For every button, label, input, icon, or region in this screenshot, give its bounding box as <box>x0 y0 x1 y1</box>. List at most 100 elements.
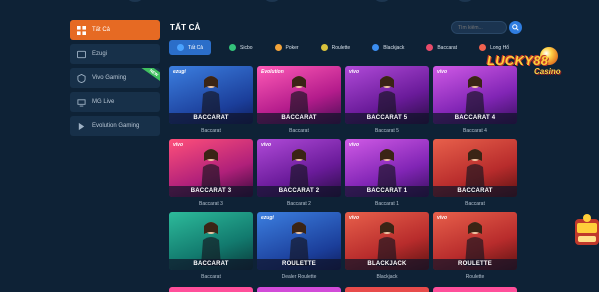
provider-logo: vivo <box>261 142 272 148</box>
game-banner: BACCARAT 2 <box>257 186 341 197</box>
game-thumbnail[interactable]: BACCARAT <box>169 212 253 270</box>
game-thumbnail[interactable]: Evolution BACCARAT <box>257 66 341 124</box>
evolution-icon <box>77 122 86 131</box>
baccarat-icon <box>426 44 434 51</box>
game-name: Baccarat 2 <box>287 201 311 207</box>
game-banner: BACCARAT <box>433 186 517 197</box>
game-card[interactable]: vivo BACCARAT 5 Baccarat 5 <box>345 66 429 139</box>
game-banner: BLACKJACK <box>345 259 429 270</box>
game-name: Baccarat 4 <box>463 128 487 134</box>
tab-blackjack[interactable]: Blackjack <box>368 40 408 55</box>
game-banner: BACCARAT <box>169 259 253 270</box>
dice-icon <box>229 44 237 51</box>
promo-floating-icon[interactable] <box>573 213 599 247</box>
tab-icon <box>177 44 184 51</box>
tab-label: Sicbo <box>240 44 253 51</box>
game-card[interactable]: vivo BACCARAT 2 Baccarat 2 <box>257 139 341 212</box>
game-name: Baccarat <box>201 274 221 280</box>
game-thumbnail[interactable]: vivo BACCARAT 1 <box>345 139 429 197</box>
game-name: Roulette <box>465 274 485 280</box>
vivo-icon <box>77 73 86 83</box>
game-banner: ROULETTE <box>257 259 341 270</box>
game-card[interactable]: BACCARAT Baccarat <box>169 212 253 285</box>
game-thumbnail[interactable]: vivo ROULETTE <box>433 212 517 270</box>
ezugi-icon <box>77 50 86 59</box>
logo-sub: Casino <box>534 67 561 76</box>
tab-all[interactable]: Tất Cả <box>169 40 212 55</box>
sidebar-item-label: Tất Cả <box>92 27 111 33</box>
provider-logo: vivo <box>349 69 360 75</box>
game-thumbnail-partial[interactable] <box>257 287 341 292</box>
sidebar-item-label: MG Live <box>92 99 115 105</box>
tab-poker[interactable]: Poker <box>271 40 303 55</box>
tab-roulette[interactable]: Roulette <box>317 40 355 55</box>
provider-logo: vivo <box>437 215 448 221</box>
sidebar-item-vivo-gaming[interactable]: Vivo Gaming NEW <box>70 68 160 88</box>
game-name: Baccarat <box>465 201 485 207</box>
mg-live-icon <box>77 98 86 107</box>
sidebar-item-mg-live[interactable]: MG Live <box>70 92 160 112</box>
game-thumbnail[interactable]: vivo BLACKJACK <box>345 212 429 270</box>
game-banner: BACCARAT 1 <box>345 186 429 197</box>
game-card[interactable]: vivo ROULETTE Roulette <box>433 212 517 285</box>
game-thumbnail-partial[interactable] <box>433 287 517 292</box>
provider-logo: vivo <box>349 215 360 221</box>
game-thumbnail-partial[interactable] <box>345 287 429 292</box>
game-name: Baccarat <box>201 128 221 134</box>
sidebar-item-ezugi[interactable]: Ezugi <box>70 44 160 64</box>
tab-label: Tất Cả <box>188 44 204 51</box>
search-input[interactable] <box>451 21 507 34</box>
provider-logo: vivo <box>349 142 360 148</box>
game-thumbnail[interactable]: ezugi ROULETTE <box>257 212 341 270</box>
game-thumbnail[interactable]: BACCARAT <box>433 139 517 197</box>
game-grid: ezugi BACCARAT Baccarat Evolution BACCARAT Ba… <box>169 66 523 285</box>
game-name: Baccarat 5 <box>375 128 399 134</box>
game-name: Baccarat <box>289 128 309 134</box>
game-thumbnail-partial[interactable] <box>169 287 253 292</box>
new-badge: NEW <box>139 68 160 84</box>
provider-logo: vivo <box>173 142 184 148</box>
game-card[interactable]: vivo BACCARAT 3 Baccarat 3 <box>169 139 253 212</box>
game-name: Baccarat 3 <box>199 201 223 207</box>
game-thumbnail[interactable]: ezugi BACCARAT <box>169 66 253 124</box>
game-card[interactable]: Evolution BACCARAT Baccarat <box>257 66 341 139</box>
sidebar-item-all[interactable]: Tất Cả <box>70 20 160 40</box>
tab-label: Roulette <box>331 44 351 51</box>
dragon-tiger-icon <box>479 44 487 51</box>
provider-logo: vivo <box>437 69 448 75</box>
game-card[interactable]: vivo BLACKJACK Blackjack <box>345 212 429 285</box>
game-card[interactable]: ezugi ROULETTE Dealer Roulette <box>257 212 341 285</box>
game-card[interactable]: ezugi BACCARAT Baccarat <box>169 66 253 139</box>
game-card[interactable]: vivo BACCARAT 1 Baccarat 1 <box>345 139 429 212</box>
sidebar-item-evolution-gaming[interactable]: Evolution Gaming <box>70 116 160 136</box>
game-card[interactable]: BACCARAT Baccarat <box>433 139 517 212</box>
game-thumbnail[interactable]: vivo BACCARAT 3 <box>169 139 253 197</box>
next-row-preview <box>169 287 523 292</box>
game-banner: BACCARAT <box>257 113 341 124</box>
game-name: Dealer Roulette <box>281 274 317 280</box>
logo-brand: LUCKY88 <box>487 53 549 68</box>
game-name: Blackjack <box>376 274 398 280</box>
tab-label: Blackjack <box>383 44 405 51</box>
tab-sicbo[interactable]: Sicbo <box>225 40 257 55</box>
poker-chip-icon <box>274 44 282 51</box>
tab-label: Baccarat <box>437 44 458 51</box>
roulette-icon <box>320 44 328 51</box>
search-button[interactable] <box>509 21 522 34</box>
provider-logo: Evolution <box>261 69 284 75</box>
sidebar-item-label: Ezugi <box>92 51 108 57</box>
page-title: TẤT CẢ <box>170 23 201 32</box>
game-thumbnail[interactable]: vivo BACCARAT 5 <box>345 66 429 124</box>
tab-baccarat[interactable]: Baccarat <box>422 40 461 55</box>
provider-logo: ezugi <box>173 69 186 75</box>
sidebar-item-label: Vivo Gaming <box>92 75 127 81</box>
tab-label: Poker <box>285 44 299 51</box>
grid-icon <box>77 25 86 35</box>
provider-logo: ezugi <box>261 215 274 221</box>
provider-sidebar: Tất Cả Ezugi Vivo Gaming NEW MG Live Evo… <box>70 20 160 140</box>
lucky88-casino-logo: LUCKY88 Casino <box>487 47 573 83</box>
top-decoration <box>0 0 599 2</box>
game-thumbnail[interactable]: vivo BACCARAT 2 <box>257 139 341 197</box>
sidebar-item-label: Evolution Gaming <box>92 123 140 129</box>
game-banner: BACCARAT 5 <box>345 113 429 124</box>
